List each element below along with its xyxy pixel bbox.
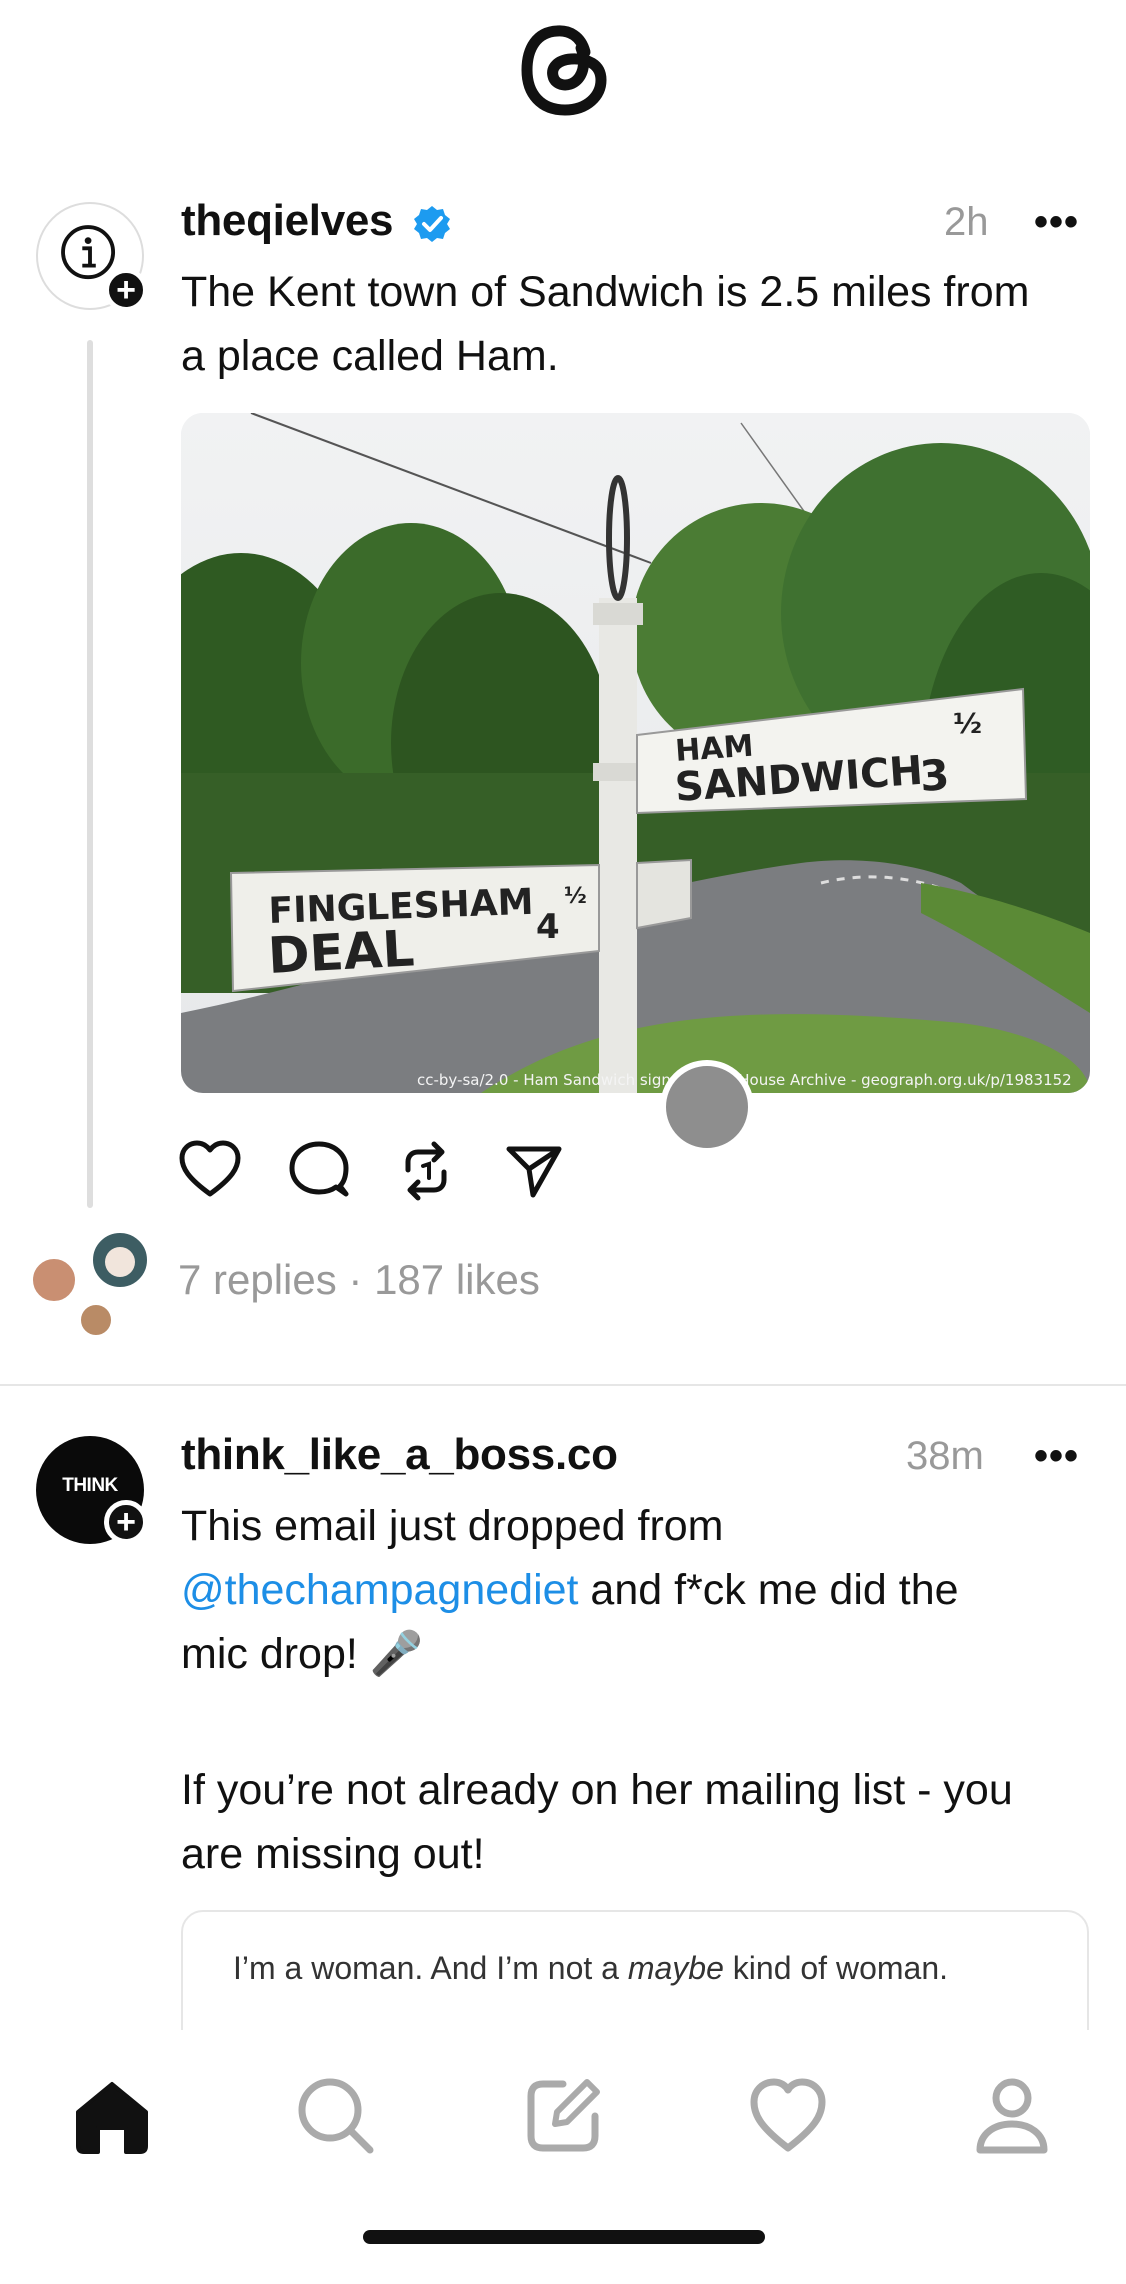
- bottom-nav: [0, 2030, 1126, 2284]
- sign-text: 3: [918, 750, 951, 801]
- post-username[interactable]: theqielves: [181, 196, 394, 246]
- home-icon[interactable]: [72, 2076, 152, 2156]
- post-text-line: are missing out!: [181, 1830, 485, 1878]
- activity-heart-icon[interactable]: [748, 2076, 828, 2156]
- follow-plus-button[interactable]: +: [104, 268, 148, 312]
- post-text: The Kent town of Sandwich is 2.5 miles f…: [181, 260, 1101, 388]
- home-indicator: [363, 2230, 765, 2244]
- compose-icon[interactable]: [523, 2076, 603, 2156]
- reply-avatar: [78, 1302, 114, 1338]
- share-icon[interactable]: [505, 1143, 563, 1199]
- thread-line: [87, 340, 93, 1208]
- avatar-text: THINK: [62, 1475, 118, 1496]
- profile-icon[interactable]: [972, 2076, 1052, 2156]
- sign-text: ½: [564, 884, 587, 909]
- more-options-button[interactable]: •••: [1034, 200, 1079, 245]
- media-indicator: [660, 1060, 754, 1154]
- post-stats[interactable]: 7 replies · 187 likes: [178, 1256, 540, 1304]
- sign-text: 4: [536, 907, 560, 947]
- sign-text: DEAL: [267, 919, 416, 985]
- comment-icon[interactable]: [288, 1140, 350, 1200]
- search-icon[interactable]: [296, 2076, 376, 2156]
- post-text-line: The Kent town of Sandwich is 2.5 miles f…: [181, 268, 1030, 316]
- post-text-line: This email just dropped from: [181, 1502, 724, 1550]
- post-text-line: @thechampagnediet and f*ck me did the: [181, 1558, 1101, 1622]
- post-text-line: a place called Ham.: [181, 332, 559, 380]
- post-text-line: mic drop! 🎤: [181, 1630, 424, 1678]
- reply-avatar: [90, 1230, 150, 1290]
- quoted-text: I’m a woman. And I’m not a maybe kind of…: [233, 1950, 948, 1986]
- post-divider: [0, 1384, 1126, 1386]
- more-options-button[interactable]: •••: [1034, 1434, 1079, 1479]
- heart-icon[interactable]: [178, 1140, 242, 1200]
- post-time: 38m: [906, 1434, 984, 1478]
- reply-avatar: [30, 1256, 78, 1304]
- post-text-line: If you’re not already on her mailing lis…: [181, 1766, 1013, 1814]
- post-text: This email just dropped from @thechampag…: [181, 1494, 1101, 1886]
- follow-plus-button[interactable]: +: [104, 1500, 148, 1544]
- post-username[interactable]: think_like_a_boss.co: [181, 1430, 618, 1480]
- verified-badge-icon: [414, 206, 450, 242]
- mention-link[interactable]: @thechampagnediet: [181, 1566, 578, 1614]
- post-text-segment: and f*ck me did the: [578, 1566, 959, 1614]
- threads-logo-icon[interactable]: [513, 14, 613, 124]
- repost-icon[interactable]: [398, 1140, 454, 1202]
- sign-text: ½: [953, 707, 982, 740]
- post-image[interactable]: HAM SANDWICH 3 ½ FINGLESHAM DEAL 4 ½ cc-…: [181, 413, 1090, 1093]
- signpost-photo: HAM SANDWICH 3 ½ FINGLESHAM DEAL 4 ½ cc-…: [181, 413, 1090, 1093]
- post-time: 2h: [944, 200, 989, 244]
